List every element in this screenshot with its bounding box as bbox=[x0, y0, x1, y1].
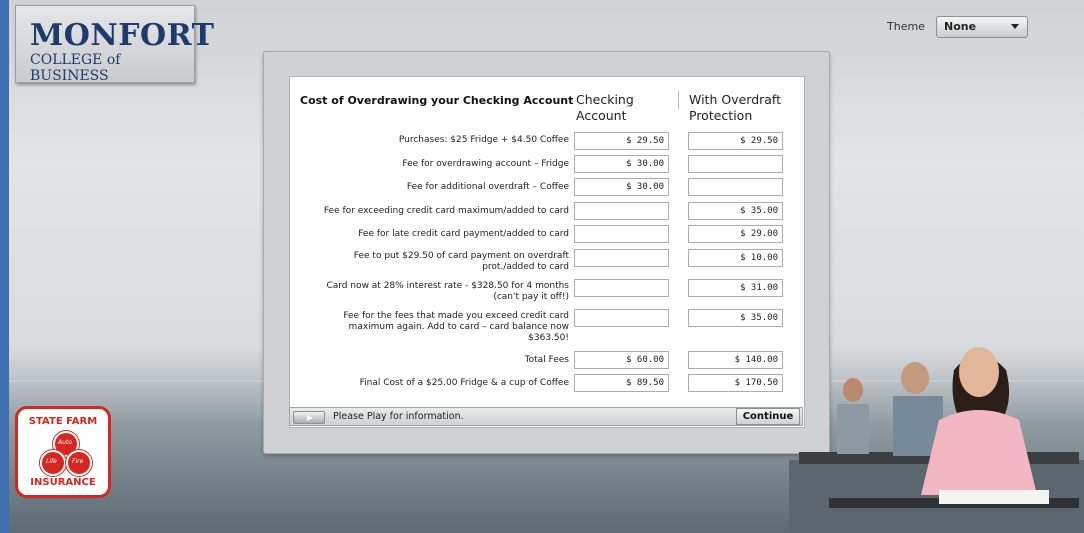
play-button[interactable] bbox=[293, 411, 325, 424]
overdraft-field[interactable]: $ 35.00 bbox=[688, 309, 783, 327]
overdraft-field[interactable]: $ 29.50 bbox=[688, 132, 783, 150]
checking-field[interactable]: $ 29.50 bbox=[574, 132, 669, 150]
theme-select[interactable]: None bbox=[936, 16, 1028, 38]
students-photo bbox=[789, 347, 1084, 533]
overdraft-field[interactable] bbox=[688, 155, 783, 173]
overdraft-field[interactable]: $ 29.00 bbox=[688, 225, 783, 243]
row-label: Final Cost of a $25.00 Fridge & a cup of… bbox=[359, 378, 569, 388]
overdraft-field[interactable]: $ 10.00 bbox=[688, 249, 783, 267]
overdraft-field[interactable]: $ 35.00 bbox=[688, 202, 783, 220]
auto-text: Auto bbox=[58, 439, 72, 446]
column-header-checking: Checking Account bbox=[576, 92, 634, 123]
checking-field[interactable]: $ 30.00 bbox=[574, 178, 669, 196]
row-label: Fee to put $29.50 of card payment on ove… bbox=[353, 251, 569, 272]
row-label: Fee for late credit card payment/added t… bbox=[358, 229, 569, 239]
overdraft-field[interactable]: $ 31.00 bbox=[688, 279, 783, 297]
checking-field[interactable] bbox=[574, 202, 669, 220]
row-label: Card now at 28% interest rate - $328.50 … bbox=[326, 281, 569, 302]
table-title: Cost of Overdrawing your Checking Accoun… bbox=[300, 94, 574, 107]
sponsor-bottom-text: INSURANCE bbox=[30, 477, 96, 488]
player-bar: Please Play for information. Continue bbox=[289, 407, 803, 426]
row-label: Fee for the fees that made you exceed cr… bbox=[343, 311, 569, 343]
sponsor-top-text: STATE FARM bbox=[28, 416, 98, 427]
row-label: Total Fees bbox=[524, 355, 569, 365]
life-text: Life bbox=[46, 458, 57, 465]
classroom-background: MONFORT COLLEGE of BUSINESS Theme None C… bbox=[9, 0, 1084, 533]
row-label: Fee for overdrawing account – Fridge bbox=[402, 159, 569, 169]
fire-text: Fire bbox=[72, 458, 84, 465]
column-header-overdraft: With Overdraft Protection bbox=[689, 92, 782, 123]
row-label: Fee for additional overdraft – Coffee bbox=[406, 182, 569, 192]
chevron-down-icon bbox=[1011, 24, 1019, 29]
checking-field[interactable] bbox=[574, 249, 669, 267]
overdraft-table-card: Cost of Overdrawing your Checking Accoun… bbox=[289, 76, 805, 428]
logo-reflection bbox=[15, 499, 111, 533]
row-label: Purchases: $25 Fridge + $4.50 Coffee bbox=[398, 135, 569, 145]
state-farm-logo: STATE FARM Auto Life Fire INSURANCE bbox=[15, 406, 111, 498]
overdraft-final-field[interactable]: $ 170.50 bbox=[688, 374, 783, 392]
checking-field[interactable] bbox=[574, 309, 669, 327]
row-label: Fee for exceeding credit card maximum/ad… bbox=[323, 206, 569, 216]
theme-label: Theme bbox=[887, 20, 925, 33]
player-message: Please Play for information. bbox=[333, 411, 464, 422]
checking-field[interactable] bbox=[574, 225, 669, 243]
overdraft-field[interactable] bbox=[688, 178, 783, 196]
checking-field[interactable] bbox=[574, 279, 669, 297]
monfort-logo: MONFORT COLLEGE of BUSINESS bbox=[15, 5, 214, 84]
checking-total-field[interactable]: $ 60.00 bbox=[574, 351, 669, 369]
logo-line1: MONFORT bbox=[30, 18, 215, 53]
column-divider bbox=[678, 91, 679, 109]
logo-line2: COLLEGE of BUSINESS bbox=[30, 52, 121, 84]
checking-final-field[interactable]: $ 89.50 bbox=[574, 374, 669, 392]
checking-field[interactable]: $ 30.00 bbox=[574, 155, 669, 173]
overdraft-total-field[interactable]: $ 140.00 bbox=[688, 351, 783, 369]
theme-select-value: None bbox=[944, 20, 977, 33]
